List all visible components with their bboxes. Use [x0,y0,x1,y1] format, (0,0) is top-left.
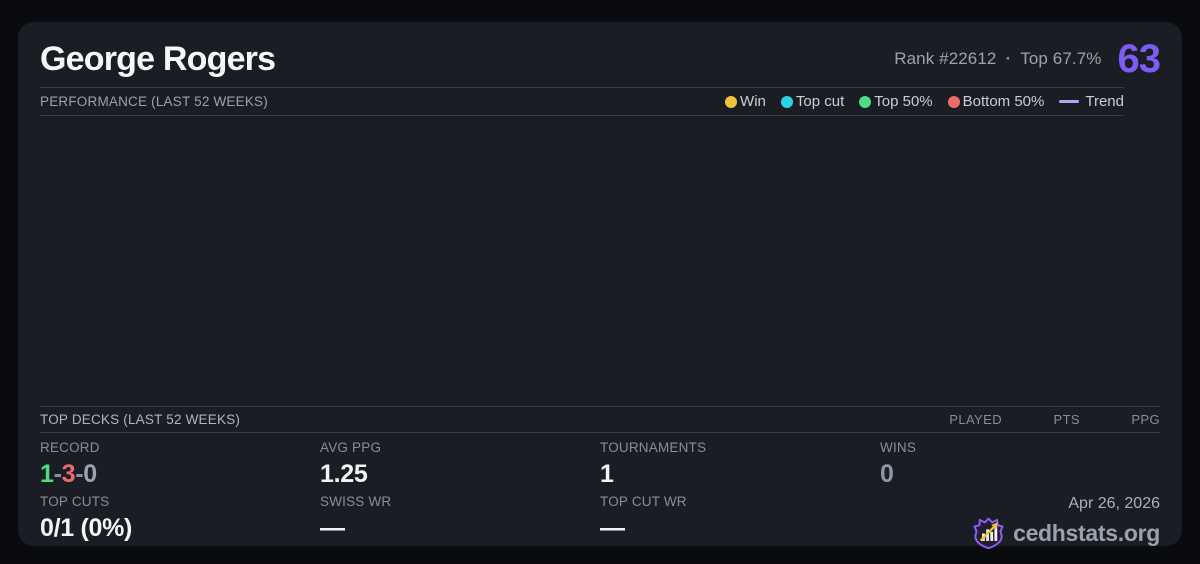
stats-grid: RECORD 1-3-0 AVG PPG 1.25 TOURNAMENTS 1 … [40,440,1160,556]
top-percent: Top 67.7% [1020,49,1102,68]
bottom50-dot-icon [947,95,960,108]
top-decks-header: TOP DECKS (LAST 52 WEEKS) PLAYED PTS PPG [40,406,1160,433]
stat-tournaments: TOURNAMENTS 1 [600,440,880,489]
stat-label: AVG PPG [320,440,382,455]
legend-label: Top cut [795,93,845,110]
record-draws: 0 [83,460,97,488]
trend-line-icon [1059,100,1080,103]
top-decks-columns: PLAYED PTS PPG [922,412,1160,427]
rank-separator: · [1005,49,1012,68]
legend-item-win[interactable]: Win [725,93,766,110]
player-stats-card: George Rogers Rank #22612 · Top 67.7% 63… [18,22,1182,550]
performance-section: PERFORMANCE (LAST 52 WEEKS) Win Top cut … [40,87,1124,406]
legend-label: Bottom 50% [962,93,1045,110]
legend-item-top50[interactable]: Top 50% [859,93,933,110]
win-dot-icon [725,95,738,108]
stat-label: SWISS WR [320,494,392,509]
stat-wins: WINS 0 [880,440,1160,489]
stat-avg-ppg: AVG PPG 1.25 [320,440,600,489]
stat-top-cuts: TOP CUTS 0/1 (0%) [40,494,320,556]
rank-group: Rank #22612 · Top 67.7% 63 [894,37,1161,81]
performance-header: PERFORMANCE (LAST 52 WEEKS) Win Top cut … [40,87,1124,116]
performance-chart-plot-area [40,116,1124,406]
stat-label: RECORD [40,440,100,455]
legend-item-top-cut[interactable]: Top cut [780,93,845,110]
stat-value: 0 [880,460,894,488]
stat-label: WINS [880,440,917,455]
record-wins: 1 [40,460,54,488]
stat-value: — [600,514,625,542]
chart-legend: Win Top cut Top 50% Bottom 50% Trend [725,93,1124,110]
stat-value: 1.25 [320,460,368,488]
snapshot-date: Apr 26, 2026 [1068,495,1160,512]
performance-title: PERFORMANCE (LAST 52 WEEKS) [40,94,268,109]
cedhstats-brand-link[interactable]: cedhstats.org [972,516,1160,551]
column-header-ppg: PPG [1131,412,1160,427]
rating-score: 63 [1117,37,1161,81]
stat-label: TOP CUT WR [600,494,687,509]
rank-number: Rank #22612 [894,49,997,68]
stat-record: RECORD 1-3-0 [40,440,320,489]
top-decks-title: TOP DECKS (LAST 52 WEEKS) [40,412,241,427]
card-header: George Rogers Rank #22612 · Top 67.7% 63 [40,37,1161,81]
legend-label: Win [740,93,766,110]
record-losses: 3 [61,460,76,488]
stat-label: TOP CUTS [40,494,110,509]
stat-label: TOURNAMENTS [600,440,707,455]
record-value: 1-3-0 [40,459,320,489]
top-cut-dot-icon [780,95,793,108]
stat-swiss-wr: SWISS WR — [320,494,600,556]
rank-line: Rank #22612 · Top 67.7% [894,49,1101,69]
column-header-played: PLAYED [949,412,1002,427]
footer-branding: Apr 26, 2026 cedhstats.org [880,494,1160,556]
legend-label: Top 50% [874,93,933,110]
legend-item-trend[interactable]: Trend [1059,93,1124,110]
legend-item-bottom50[interactable]: Bottom 50% [947,93,1045,110]
record-dash: - [53,460,62,488]
legend-label: Trend [1085,93,1124,110]
brand-name: cedhstats.org [1013,520,1160,546]
stat-value: 1 [600,460,614,488]
cedhstats-shield-logo-icon [972,516,1005,551]
top50-dot-icon [859,95,872,108]
column-header-pts: PTS [1053,412,1080,427]
stat-top-cut-wr: TOP CUT WR — [600,494,880,556]
player-name: George Rogers [40,39,276,78]
stat-value: — [320,514,345,542]
stat-value: 0/1 (0%) [40,514,133,542]
